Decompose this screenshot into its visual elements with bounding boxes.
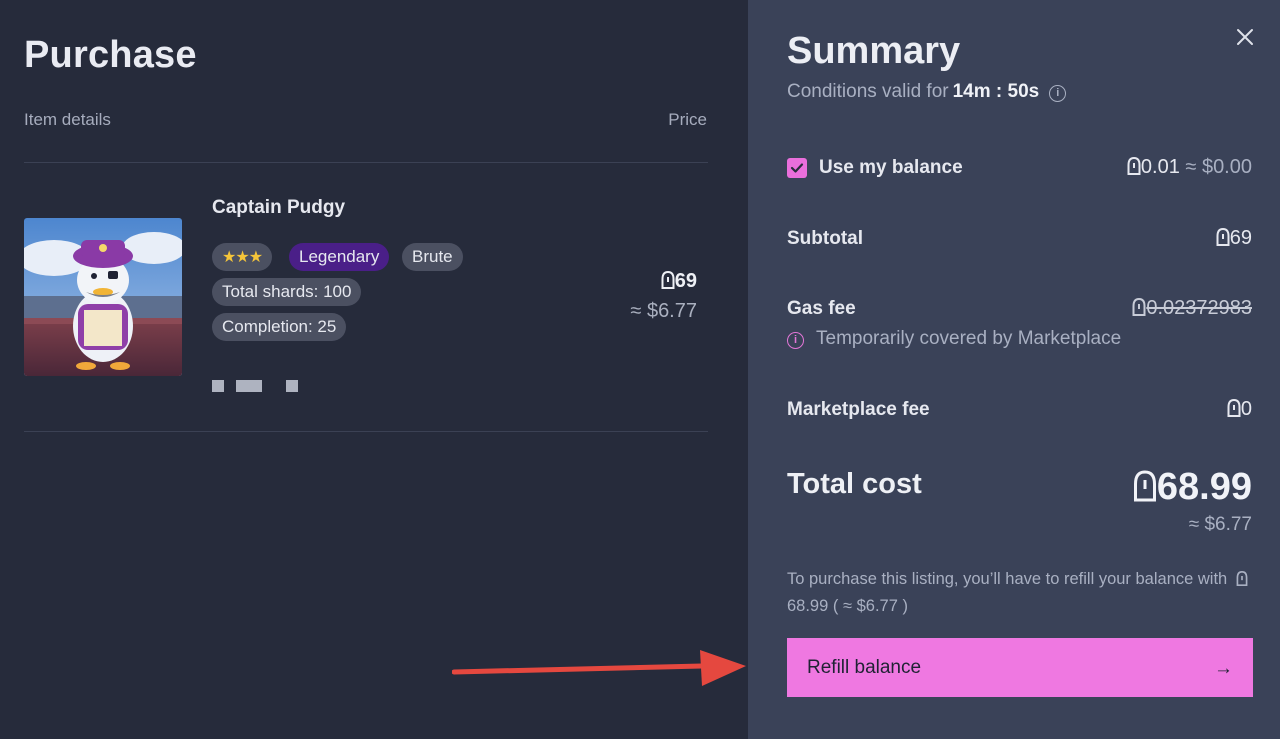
summary-title: Summary bbox=[787, 30, 961, 72]
close-button[interactable] bbox=[1234, 26, 1256, 48]
refill-balance-button[interactable]: Refill balance → bbox=[787, 638, 1253, 697]
column-header-item-details: Item details bbox=[24, 110, 111, 129]
completion-badge: Completion: 25 bbox=[212, 313, 347, 341]
arrow-right-icon: → bbox=[1214, 658, 1233, 679]
coin-icon bbox=[1132, 298, 1146, 316]
annotation-arrow-icon bbox=[452, 650, 746, 686]
pudgy-image bbox=[24, 218, 182, 376]
subtotal-value: 69 bbox=[1216, 227, 1252, 250]
gas-fee-value: 0.02372983 bbox=[1132, 297, 1252, 320]
item-thumbnail[interactable] bbox=[24, 218, 182, 376]
total-shards-badge: Total shards: 100 bbox=[212, 278, 362, 306]
conditions-text: Conditions valid for 14m : 50s i bbox=[787, 81, 1067, 103]
coin-icon bbox=[1216, 228, 1230, 246]
rarity-badge: Legendary bbox=[289, 243, 390, 271]
purchase-panel: Purchase Item details Price Captain Pudg… bbox=[0, 0, 748, 739]
gas-fee-label: Gas fee bbox=[787, 298, 856, 319]
placeholder-block bbox=[286, 380, 298, 392]
use-balance-label[interactable]: Use my balance bbox=[819, 157, 963, 179]
item-price-usd: ≈ $6.77 bbox=[630, 300, 697, 322]
info-icon[interactable]: i bbox=[1049, 85, 1067, 102]
column-header-price: Price bbox=[668, 110, 707, 129]
placeholder-block bbox=[212, 380, 224, 392]
coin-icon bbox=[1227, 399, 1241, 417]
page-title: Purchase bbox=[24, 34, 197, 76]
use-balance-amount: 0.01 ≈ $0.00 bbox=[1127, 156, 1252, 179]
refill-notice: To purchase this listing, you’ll have to… bbox=[787, 566, 1257, 620]
item-name: Captain Pudgy bbox=[212, 197, 346, 218]
coin-icon bbox=[1127, 157, 1141, 175]
check-icon bbox=[790, 163, 804, 173]
stars-badge: ★★★ bbox=[212, 243, 273, 271]
divider bbox=[24, 162, 708, 163]
coin-icon bbox=[1133, 470, 1156, 502]
total-cost-usd: ≈ $6.77 bbox=[1188, 514, 1252, 535]
item-price: 69 bbox=[661, 270, 697, 293]
stars-icon: ★★★ bbox=[222, 249, 263, 266]
coin-icon bbox=[1236, 571, 1248, 586]
total-cost-label: Total cost bbox=[787, 468, 922, 500]
conditions-timer: 14m : 50s bbox=[952, 81, 1040, 102]
subtotal-label: Subtotal bbox=[787, 228, 863, 249]
info-icon: i bbox=[787, 332, 804, 349]
divider bbox=[24, 431, 708, 432]
summary-panel: Summary Conditions valid for 14m : 50s i U… bbox=[748, 0, 1280, 739]
refill-balance-label: Refill balance bbox=[807, 657, 922, 678]
placeholder-block bbox=[236, 380, 262, 392]
gas-fee-note: i Temporarily covered by Marketplace bbox=[787, 328, 1121, 350]
coin-icon bbox=[661, 271, 675, 289]
marketplace-fee-label: Marketplace fee bbox=[787, 399, 930, 420]
marketplace-fee-value: 0 bbox=[1227, 398, 1252, 421]
close-icon bbox=[1237, 29, 1253, 45]
total-cost-value: 68.99 bbox=[1133, 466, 1252, 509]
use-balance-checkbox[interactable] bbox=[787, 158, 807, 178]
class-badge: Brute bbox=[402, 243, 463, 271]
